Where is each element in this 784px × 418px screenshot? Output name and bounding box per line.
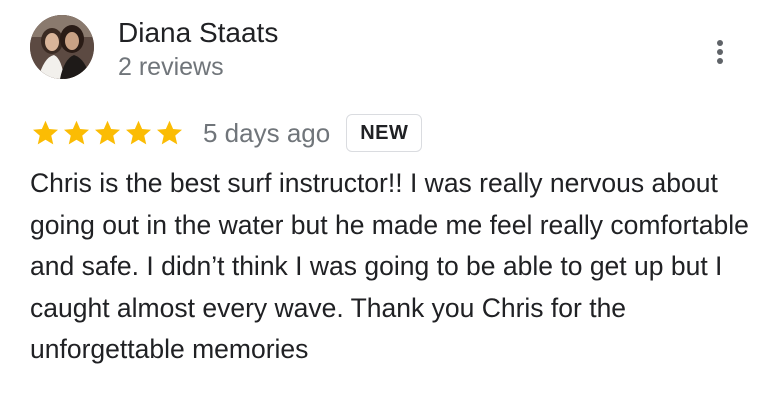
star-icon: [64, 120, 89, 145]
review-text: Chris is the best surf instructor!! I wa…: [30, 168, 749, 364]
avatar[interactable]: [30, 15, 94, 79]
profile-photo: [30, 15, 94, 79]
star-icon: [126, 120, 151, 145]
review-date: 5 days ago: [203, 117, 331, 148]
author-name[interactable]: Diana Staats: [118, 16, 278, 50]
new-badge: NEW: [346, 114, 423, 152]
star-icon: [33, 120, 58, 145]
star-icon: [95, 120, 120, 145]
more-vert-icon: [717, 49, 723, 55]
review-count[interactable]: 2 reviews: [118, 52, 224, 82]
more-options-button[interactable]: [702, 32, 738, 72]
more-vert-icon: [717, 40, 723, 46]
star-icon: [157, 120, 182, 145]
more-vert-icon: [717, 58, 723, 64]
rating-row: 5 days ago NEW: [30, 112, 423, 154]
review-card: Diana Staats 2 reviews 5 days ago NEW Ch…: [0, 0, 784, 418]
star-rating: [30, 118, 185, 148]
